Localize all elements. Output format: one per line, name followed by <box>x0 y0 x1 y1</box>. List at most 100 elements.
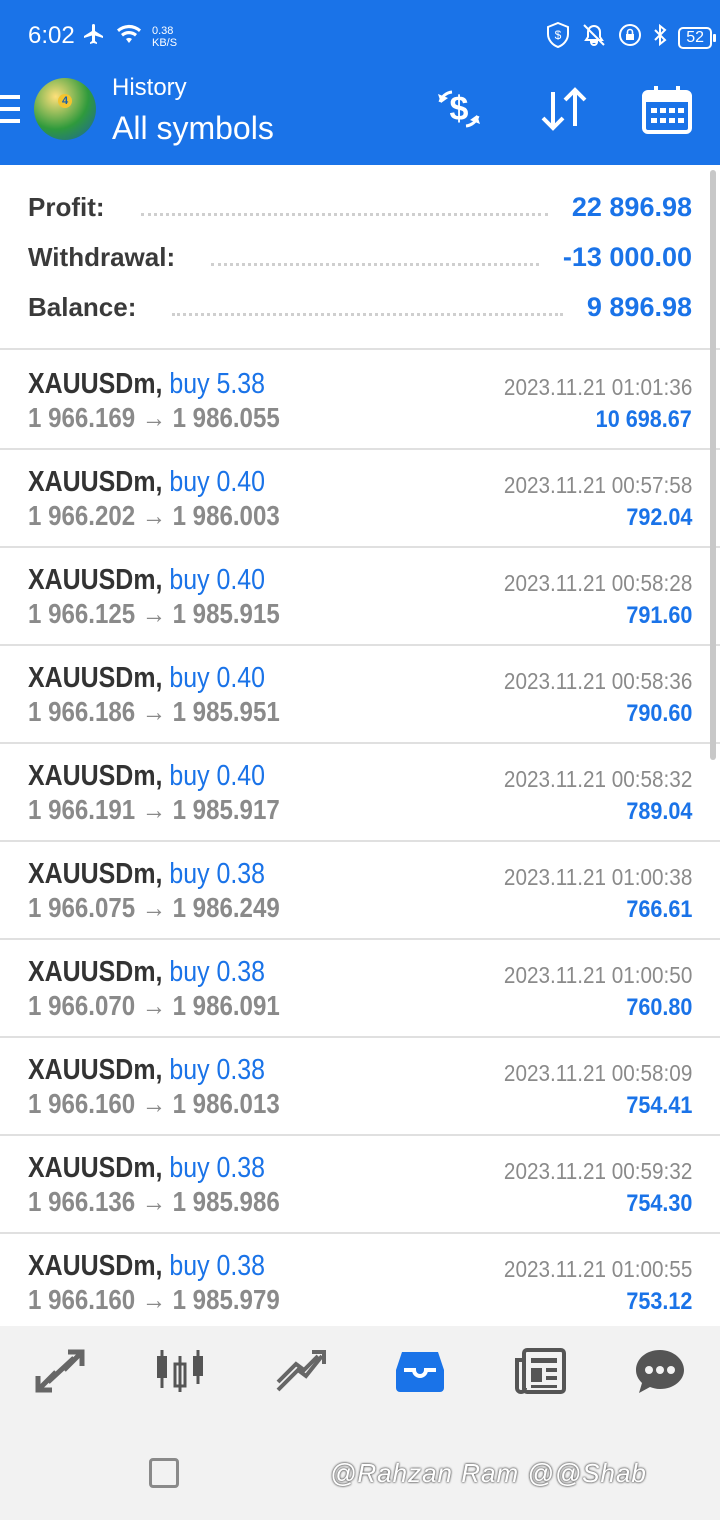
deal-close-price: 1 985.915 <box>172 598 280 629</box>
nav-chart[interactable] <box>120 1326 240 1420</box>
profit-value: 22 896.98 <box>571 191 692 222</box>
summary-panel: Profit: 22 896.98 Withdrawal: -13 000.00… <box>0 165 720 350</box>
deal-prices: 1 966.070 → 1 986.091 <box>28 990 280 1022</box>
deal-symbol-line: XAUUSDm, buy 0.40 <box>28 564 265 597</box>
deal-time: 2023.11.21 00:58:28 <box>503 570 692 596</box>
deal-profit: 754.30 <box>625 1190 692 1217</box>
deal-row[interactable]: XAUUSDm, buy 0.38 1 966.136 → 1 985.986 20… <box>0 1136 720 1234</box>
arrow-right-icon: → <box>141 794 166 825</box>
calendar-button[interactable] <box>640 84 694 134</box>
deal-side: buy 0.38 <box>169 956 266 988</box>
deal-symbol-line: XAUUSDm, buy 0.38 <box>28 1054 265 1087</box>
deal-open-price: 1 966.136 <box>28 1186 136 1217</box>
deal-side: buy 0.38 <box>169 1152 266 1184</box>
shield-dollar-icon: $ <box>546 21 570 53</box>
deal-row[interactable]: XAUUSDm, buy 0.40 1 966.202 → 1 986.003 20… <box>0 450 720 548</box>
deal-row[interactable]: XAUUSDm, buy 0.38 1 966.070 → 1 986.091 20… <box>0 940 720 1038</box>
deal-symbol-line: XAUUSDm, buy 0.40 <box>28 662 265 695</box>
airplane-icon <box>82 22 106 51</box>
deal-symbol: XAUUSDm, <box>28 564 163 596</box>
withdrawal-row: Withdrawal: -13 000.00 <box>28 237 692 277</box>
net-speed-unit: KB/S <box>152 36 178 49</box>
deal-close-price: 1 985.951 <box>172 696 280 727</box>
recent-apps-button[interactable] <box>149 1458 179 1488</box>
currency-exchange-button[interactable]: $ <box>432 84 486 134</box>
deal-profit: 790.60 <box>625 700 692 727</box>
nav-quotes[interactable] <box>0 1326 120 1420</box>
deal-open-price: 1 966.070 <box>28 990 136 1021</box>
deal-symbol: XAUUSDm, <box>28 1054 163 1086</box>
deal-symbol-line: XAUUSDm, buy 5.38 <box>28 368 265 401</box>
history-icon <box>394 1348 446 1399</box>
bottom-navigation <box>0 1326 720 1420</box>
deal-row[interactable]: XAUUSDm, buy 0.40 1 966.186 → 1 985.951 20… <box>0 646 720 744</box>
deal-symbol: XAUUSDm, <box>28 956 163 988</box>
deal-side: buy 0.38 <box>169 1054 266 1086</box>
net-speed-value: 0.38 <box>152 24 174 37</box>
menu-icon[interactable] <box>0 95 20 127</box>
sort-button[interactable] <box>537 84 591 134</box>
chat-icon <box>634 1348 686 1399</box>
deal-symbol-line: XAUUSDm, buy 0.38 <box>28 956 265 989</box>
scrollbar[interactable] <box>710 170 716 760</box>
deal-profit: 789.04 <box>625 798 692 825</box>
vibrate-mute-icon <box>580 23 608 52</box>
deal-row[interactable]: XAUUSDm, buy 0.40 1 966.125 → 1 985.915 20… <box>0 548 720 646</box>
arrow-right-icon: → <box>141 990 166 1021</box>
deal-open-price: 1 966.075 <box>28 892 136 923</box>
lock-rotation-icon <box>618 23 642 52</box>
nav-chat[interactable] <box>600 1326 720 1420</box>
deals-list: XAUUSDm, buy 5.38 1 966.169 → 1 986.055 20… <box>0 352 720 1332</box>
deal-symbol: XAUUSDm, <box>28 466 163 498</box>
bluetooth-icon <box>652 23 668 52</box>
nav-history[interactable] <box>360 1326 480 1420</box>
deal-open-price: 1 966.160 <box>28 1284 136 1315</box>
deal-profit: 753.12 <box>625 1288 692 1315</box>
deal-time: 2023.11.21 01:00:50 <box>503 962 692 988</box>
nav-news[interactable] <box>480 1326 600 1420</box>
nav-trade[interactable] <box>240 1326 360 1420</box>
deal-symbol: XAUUSDm, <box>28 1250 163 1282</box>
currency-exchange-icon: $ <box>432 90 486 138</box>
app-logo <box>34 78 96 140</box>
deal-time: 2023.11.21 01:00:38 <box>503 864 692 890</box>
app-header: 4 History All symbols $ <box>0 70 720 165</box>
status-right-icons: $ 52 <box>546 21 716 53</box>
deal-symbol: XAUUSDm, <box>28 662 163 694</box>
deal-prices: 1 966.160 → 1 985.979 <box>28 1284 280 1316</box>
deal-prices: 1 966.160 → 1 986.013 <box>28 1088 280 1120</box>
deal-prices: 1 966.191 → 1 985.917 <box>28 794 280 826</box>
deal-row[interactable]: XAUUSDm, buy 5.38 1 966.169 → 1 986.055 20… <box>0 352 720 450</box>
deal-side: buy 0.38 <box>169 1250 266 1282</box>
deal-open-price: 1 966.186 <box>28 696 136 727</box>
deal-row[interactable]: XAUUSDm, buy 0.38 1 966.160 → 1 985.979 20… <box>0 1234 720 1332</box>
deal-symbol: XAUUSDm, <box>28 368 163 400</box>
withdrawal-label: Withdrawal: <box>28 241 176 272</box>
deal-prices: 1 966.186 → 1 985.951 <box>28 696 280 728</box>
arrow-right-icon: → <box>141 696 166 727</box>
deal-row[interactable]: XAUUSDm, buy 0.38 1 966.075 → 1 986.249 20… <box>0 842 720 940</box>
deal-time: 2023.11.21 00:58:09 <box>503 1060 692 1086</box>
wifi-icon <box>116 23 142 50</box>
deal-row[interactable]: XAUUSDm, buy 0.38 1 966.160 → 1 986.013 20… <box>0 1038 720 1136</box>
deal-open-price: 1 966.191 <box>28 794 136 825</box>
deal-close-price: 1 986.013 <box>172 1088 280 1119</box>
withdrawal-value: -13 000.00 <box>562 241 692 272</box>
deal-side: buy 0.40 <box>169 466 266 498</box>
svg-text:$: $ <box>450 90 469 128</box>
deal-close-price: 1 985.917 <box>172 794 280 825</box>
arrow-right-icon: → <box>141 500 166 531</box>
dotted-leader <box>211 256 539 266</box>
deal-close-price: 1 985.986 <box>172 1186 280 1217</box>
deal-open-price: 1 966.160 <box>28 1088 136 1119</box>
deal-profit: 754.41 <box>625 1092 692 1119</box>
deal-profit: 766.61 <box>625 896 692 923</box>
deal-close-price: 1 986.055 <box>172 402 280 433</box>
dotted-leader <box>140 206 548 216</box>
deal-symbol: XAUUSDm, <box>28 1152 163 1184</box>
deal-side: buy 0.40 <box>169 662 266 694</box>
header-title[interactable]: All symbols <box>112 110 274 147</box>
watermark-text: @Rahzan Ram @@Shab <box>330 1458 647 1488</box>
deal-time: 2023.11.21 01:00:55 <box>503 1256 692 1282</box>
deal-row[interactable]: XAUUSDm, buy 0.40 1 966.191 → 1 985.917 20… <box>0 744 720 842</box>
